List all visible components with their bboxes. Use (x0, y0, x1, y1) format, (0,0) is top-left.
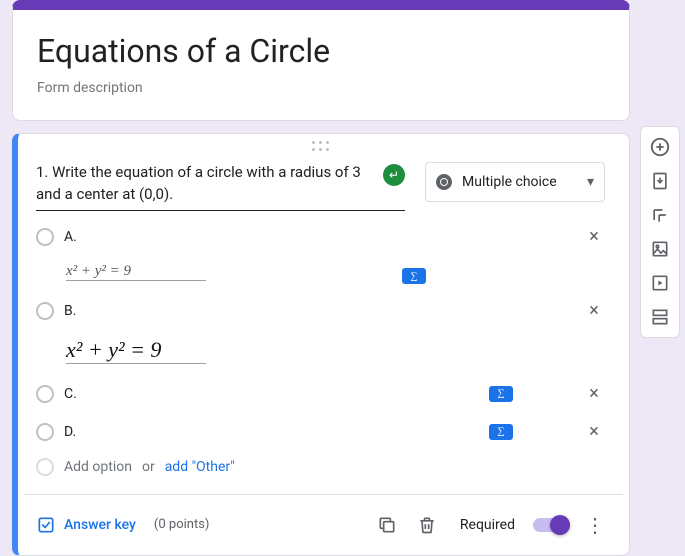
side-toolbar (640, 126, 680, 338)
radio-icon (436, 174, 452, 190)
option-label[interactable]: A. (64, 225, 573, 249)
add-video-button[interactable] (646, 269, 674, 297)
duplicate-button[interactable] (376, 514, 398, 536)
required-toggle[interactable] (533, 518, 567, 532)
question-type-select[interactable]: Multiple choice ▾ (425, 162, 605, 202)
form-description[interactable]: Form description (37, 80, 605, 96)
remove-option-button[interactable]: × (583, 226, 605, 248)
form-header-card: Equations of a Circle Form description (12, 0, 630, 121)
radio-icon (36, 302, 54, 320)
question-title-input[interactable]: 1. Write the equation of a circle with a… (36, 162, 405, 211)
remove-option-button[interactable]: × (583, 300, 605, 322)
import-questions-button[interactable] (646, 167, 674, 195)
add-option-row: Add option or add "Other" (36, 458, 605, 476)
add-image-button[interactable] (646, 235, 674, 263)
add-other-button[interactable]: add "Other" (165, 459, 235, 475)
remove-option-button[interactable]: × (583, 421, 605, 443)
equation-editor-icon[interactable]: ∑ (402, 268, 426, 284)
add-question-button[interactable] (646, 133, 674, 161)
question-card[interactable]: 1. Write the equation of a circle with a… (12, 133, 630, 556)
add-section-button[interactable] (646, 303, 674, 331)
radio-icon (36, 228, 54, 246)
equation-editor-icon[interactable]: ∑ (489, 424, 513, 440)
radio-icon (36, 423, 54, 441)
answer-key-button[interactable]: Answer key (36, 515, 136, 535)
remove-option-button[interactable]: × (583, 383, 605, 405)
delete-button[interactable] (416, 514, 438, 536)
option-row: D. ∑ × (36, 416, 605, 448)
option-equation[interactable]: x² + y² = 9 (66, 263, 206, 281)
form-title[interactable]: Equations of a Circle (37, 32, 605, 70)
option-equation[interactable]: x² + y² = 9 (66, 337, 206, 364)
question-footer: Answer key (0 points) Required ⋮ (36, 495, 605, 555)
add-title-button[interactable] (646, 201, 674, 229)
option-row: A. × (36, 221, 605, 253)
equation-editor-icon[interactable]: ∑ (489, 386, 513, 402)
required-label: Required (460, 517, 515, 533)
drag-handle-icon[interactable] (36, 134, 605, 158)
option-label[interactable]: C. (64, 382, 479, 406)
radio-icon (36, 458, 54, 476)
option-row: C. ∑ × (36, 378, 605, 410)
question-type-label: Multiple choice (462, 174, 577, 190)
radio-icon (36, 385, 54, 403)
add-option-button[interactable]: Add option (64, 459, 132, 475)
option-label[interactable]: D. (64, 420, 479, 444)
option-row: B. × (36, 295, 605, 327)
answer-key-icon (36, 515, 56, 535)
answer-key-label: Answer key (64, 517, 136, 533)
chevron-down-icon: ▾ (587, 174, 594, 190)
more-options-button[interactable]: ⋮ (585, 513, 605, 537)
points-text: (0 points) (154, 517, 210, 532)
add-or-text: or (142, 459, 155, 475)
option-label[interactable]: B. (64, 299, 573, 323)
enter-icon[interactable]: ↵ (383, 164, 405, 186)
